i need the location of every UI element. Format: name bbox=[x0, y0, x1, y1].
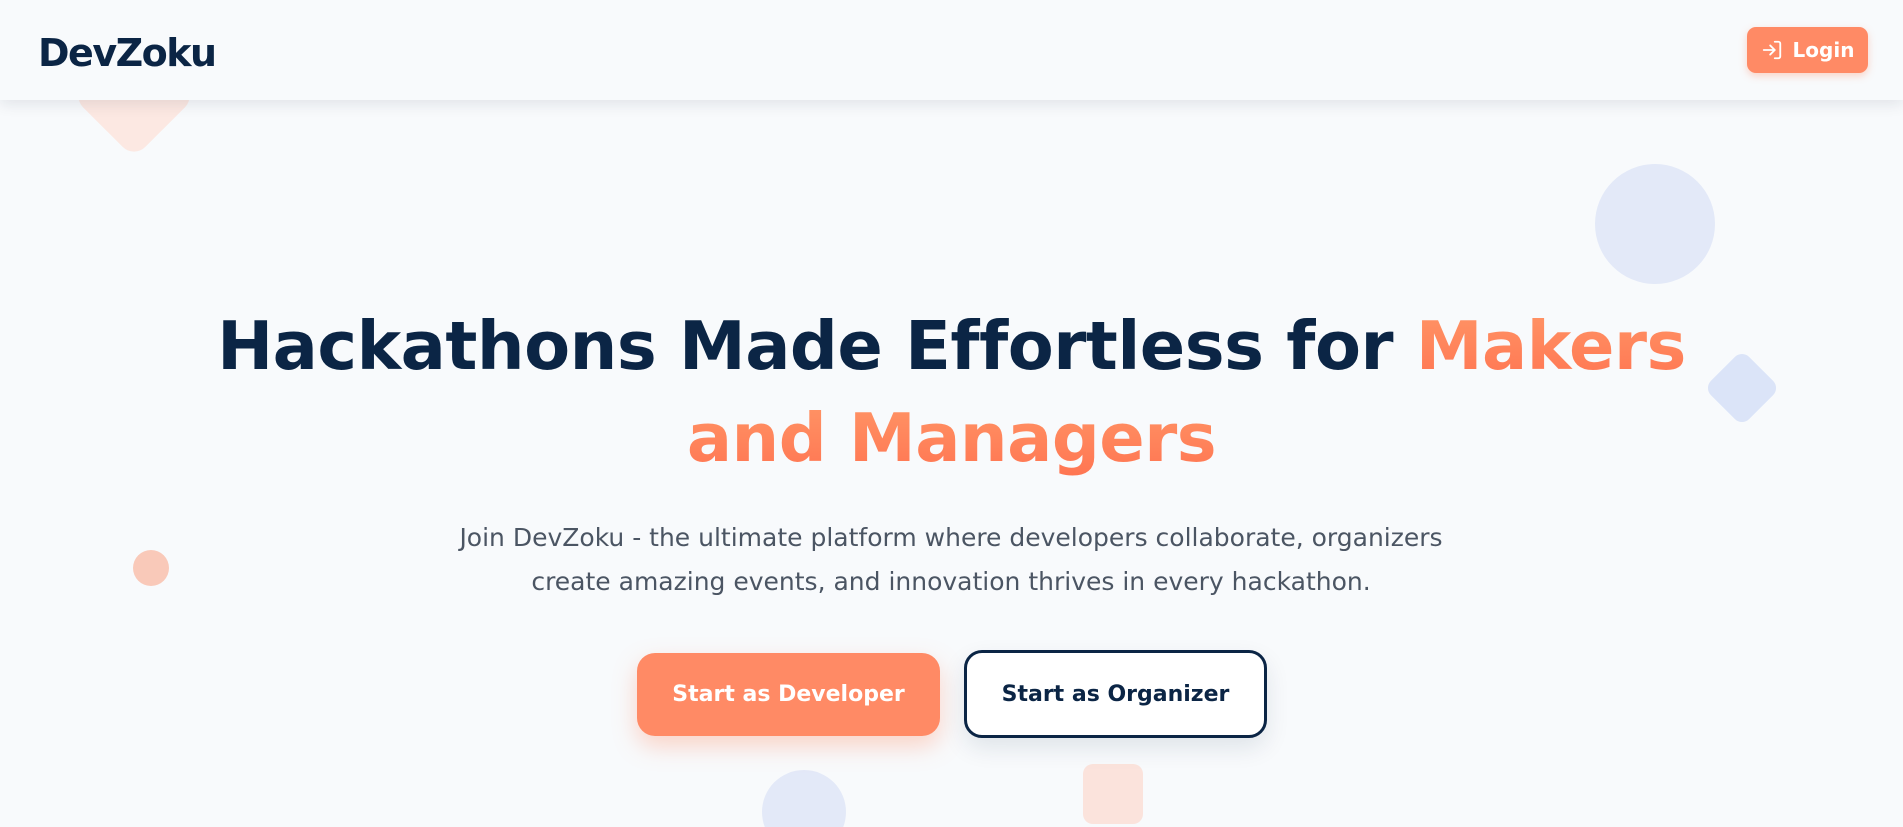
decorative-dot-left bbox=[133, 550, 169, 586]
decorative-square-bottom bbox=[1083, 764, 1143, 824]
login-label: Login bbox=[1792, 38, 1855, 62]
start-as-organizer-button[interactable]: Start as Organizer bbox=[964, 650, 1267, 738]
brand-logo[interactable]: DevZoku bbox=[38, 28, 217, 78]
landing-page: DevZoku Login Hackathons Made Effortless… bbox=[0, 0, 1903, 827]
hero-title: Hackathons Made Effortless for Makers an… bbox=[150, 300, 1753, 484]
hero-title-main: Hackathons Made Effortless for bbox=[217, 307, 1416, 385]
login-arrow-icon bbox=[1761, 39, 1783, 61]
start-as-developer-button[interactable]: Start as Developer bbox=[637, 653, 940, 736]
decorative-circle-bottom bbox=[762, 770, 846, 827]
site-header: DevZoku Login bbox=[0, 0, 1903, 100]
login-button[interactable]: Login bbox=[1747, 27, 1868, 73]
hero-subtitle: Join DevZoku - the ultimate platform whe… bbox=[459, 523, 1443, 596]
decorative-circle-top-right bbox=[1595, 164, 1715, 284]
